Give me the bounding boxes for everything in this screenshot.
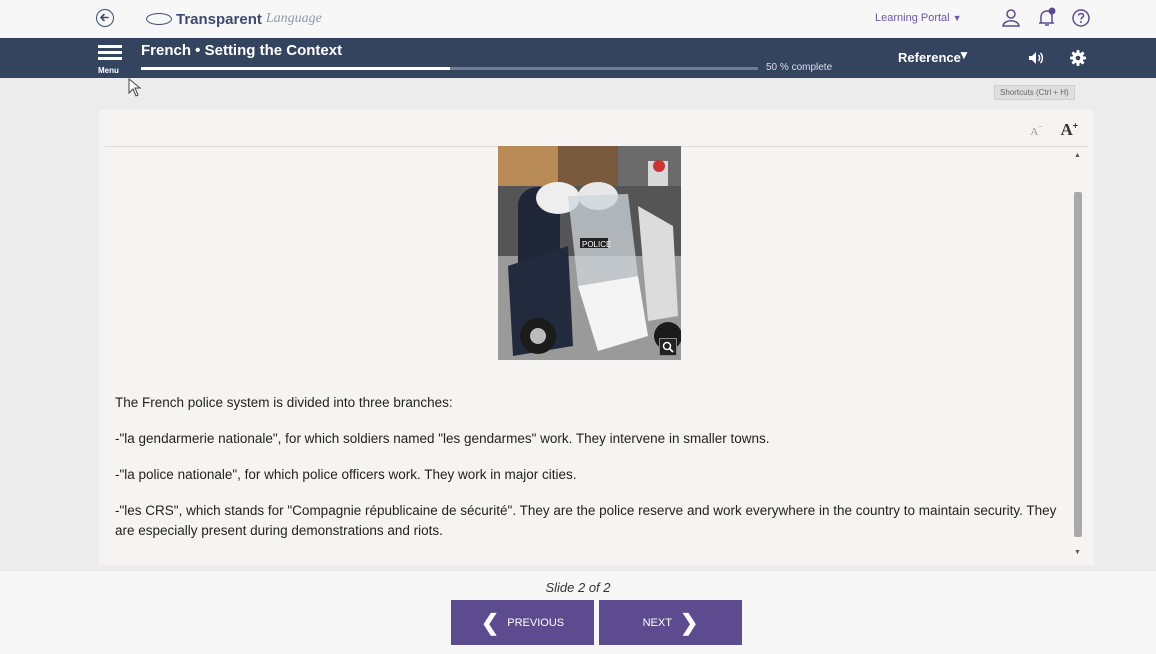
paragraph-intro: The French police system is divided into…	[115, 395, 453, 410]
mouse-cursor-icon	[128, 77, 144, 98]
brand-name-bold: Transparent	[176, 10, 262, 28]
menu-label: Menu	[98, 66, 119, 75]
user-icon[interactable]	[1000, 7, 1022, 29]
photo-police-text: POLICE	[582, 240, 611, 249]
scroll-down-arrow-icon[interactable]: ▼	[1073, 549, 1082, 557]
font-size-tools: A− A+	[1030, 120, 1078, 140]
next-button[interactable]: NEXT ❯	[599, 600, 742, 645]
slide-footer: Slide 2 of 2 ❮ PREVIOUS NEXT ❯	[0, 571, 1156, 654]
brand-logo[interactable]: Transparent Language	[146, 9, 322, 29]
paragraph-gendarmerie: -"la gendarmerie nationale", for which s…	[115, 431, 770, 446]
police-motorcycle-photo[interactable]: POLICE	[498, 146, 681, 360]
gear-icon[interactable]	[1068, 48, 1088, 68]
magnifier-icon	[662, 341, 674, 353]
content-panel: A− A+ POLICE The French police system is…	[99, 110, 1094, 565]
decrease-font-button[interactable]: A−	[1030, 122, 1042, 140]
learning-portal-label: Learning Portal	[875, 12, 950, 24]
caret-down-icon: ▼	[952, 13, 962, 23]
brand-name-italic: Language	[265, 11, 322, 26]
shortcuts-button[interactable]: Shortcuts (Ctrl + H)	[994, 85, 1075, 100]
previous-label: PREVIOUS	[507, 616, 565, 629]
scroll-up-arrow-icon[interactable]: ▲	[1073, 152, 1082, 160]
paragraph-crs: -"les CRS", which stands for "Compagnie …	[115, 503, 1057, 538]
logo-swoosh-icon	[146, 13, 172, 25]
reference-dropdown[interactable]: Reference	[898, 50, 961, 65]
chevron-down-icon[interactable]: ▼	[958, 48, 970, 62]
scrollbar[interactable]: ▲ ▼	[1073, 152, 1082, 557]
increase-font-label: A	[1060, 120, 1073, 139]
course-title: French • Setting the Context	[141, 42, 343, 59]
chevron-right-icon: ❯	[679, 609, 699, 635]
zoom-button[interactable]	[659, 338, 677, 356]
progress-bar-fill	[141, 67, 450, 70]
scrollbar-thumb[interactable]	[1074, 192, 1082, 537]
notification-bell-icon[interactable]	[1036, 7, 1058, 29]
increase-font-button[interactable]: A+	[1060, 120, 1078, 140]
top-bar: Transparent Language Learning Portal ▼	[0, 0, 1156, 38]
help-icon[interactable]	[1070, 7, 1092, 29]
previous-button[interactable]: ❮ PREVIOUS	[451, 600, 594, 645]
progress-bar	[141, 67, 758, 70]
progress-text: 50 % complete	[766, 62, 833, 73]
chevron-left-icon: ❮	[480, 609, 500, 635]
learning-portal-dropdown[interactable]: Learning Portal ▼	[875, 12, 962, 24]
speaker-icon[interactable]	[1026, 48, 1046, 68]
menu-button[interactable]: Menu	[96, 42, 128, 76]
back-arrow-icon[interactable]	[96, 9, 114, 27]
next-label: NEXT	[642, 616, 672, 629]
paragraph-police-nationale: -"la police nationale", for which police…	[115, 467, 577, 482]
slide-counter: Slide 2 of 2	[545, 580, 611, 595]
course-nav-bar: Menu French • Setting the Context 50 % c…	[0, 38, 1156, 78]
